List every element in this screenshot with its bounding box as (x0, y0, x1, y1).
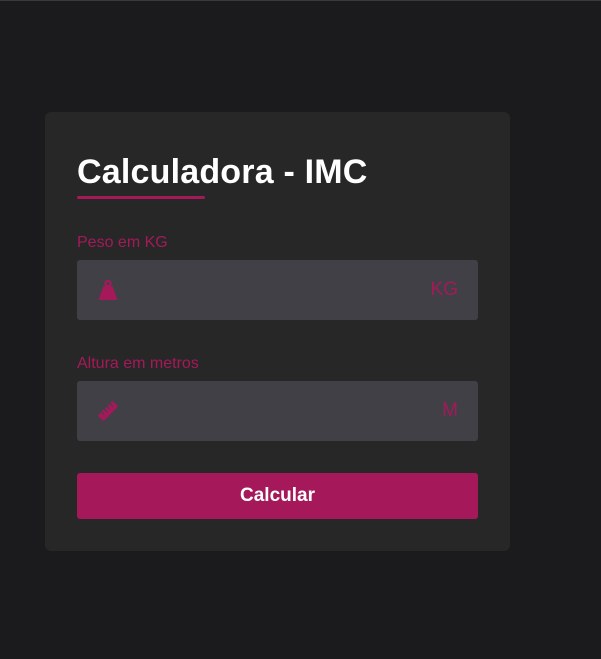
imc-card: Calculadora - IMC Peso em KG KG Altura e… (45, 112, 510, 551)
calculate-button[interactable]: Calcular (77, 473, 478, 519)
weight-label: Peso em KG (77, 234, 168, 251)
height-unit: M (442, 400, 458, 421)
page-title: Calculadora - IMC (77, 153, 368, 191)
weight-input[interactable] (131, 260, 421, 320)
title-underline (77, 196, 205, 199)
ruler-icon (98, 401, 118, 421)
height-label: Altura em metros (77, 355, 199, 372)
weight-field[interactable]: KG (77, 260, 478, 320)
height-field[interactable]: M (77, 381, 478, 441)
weight-icon (98, 279, 118, 300)
weight-unit: KG (430, 279, 458, 300)
height-input[interactable] (131, 381, 421, 441)
